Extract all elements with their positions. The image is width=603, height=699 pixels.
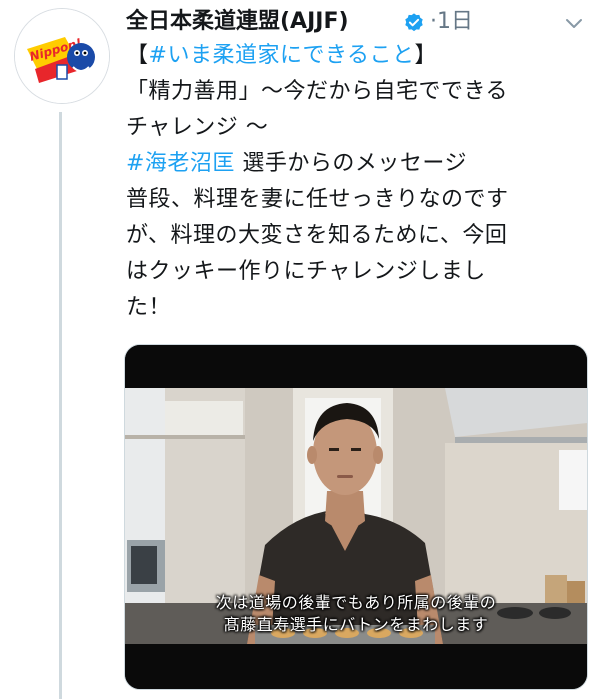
tweet-text-segment: チャレンジ 〜 [126,115,269,140]
tweet-text-line: 普段、料理を妻に任せっきりなのです [126,182,596,218]
tweet-text-line: チャレンジ 〜 [126,110,596,146]
verified-badge-icon [403,12,425,34]
chevron-down-icon[interactable] [563,12,585,34]
video-player[interactable]: 次は道場の後輩でもあり所属の後輩の 髙藤直寿選手にバトンをまわします [124,344,588,690]
thread-line [59,112,62,699]
tweet-text-line: 「精力善用」〜今だから自宅でできる [126,74,596,110]
author-name[interactable]: 全日本柔道連盟(AJJF) [126,8,349,36]
hashtag-link[interactable]: #海老沼匡 [126,151,235,176]
tweet-text-segment: はクッキー作りにチャレンジしまし [126,259,486,284]
tweet-text-segment: た！ [126,295,172,320]
video-subtitle-line-2: 髙藤直寿選手にバトンをまわします [223,615,489,634]
jjf-mascot-logo: Nippon! [15,9,109,103]
tweet-text-segment: 選手からのメッセージ [234,151,467,176]
video-subtitle-line-1: 次は道場の後輩でもあり所属の後輩の [215,593,497,612]
tweet-timestamp[interactable]: ·1日 [430,8,473,36]
tweet-text-segment: 】 [414,43,438,68]
hashtag-link[interactable]: #いま柔道家にできること [149,43,415,68]
video-frame [125,345,587,689]
tweet-text-line: #海老沼匡 選手からのメッセージ [126,146,596,182]
tweet-text-segment: 「精力善用」〜今だから自宅でできる [126,79,509,104]
tweet-text-line: 【#いま柔道家にできること】 [126,38,596,74]
tweet-text-line: た！ [126,290,596,326]
tweet-text-segment: が、料理の大変さを知るために、今回 [126,223,508,248]
tweet-text-line: が、料理の大変さを知るために、今回 [126,218,596,254]
tweet-text-line: はクッキー作りにチャレンジしまし [126,254,596,290]
avatar[interactable]: Nippon! [14,8,110,104]
tweet-text-segment: 普段、料理を妻に任せっきりなのです [126,187,509,212]
tweet-text-segment: 【 [126,43,149,68]
tweet-text: 【#いま柔道家にできること】「精力善用」〜今だから自宅でできる チャレンジ 〜 #海… [126,38,596,326]
